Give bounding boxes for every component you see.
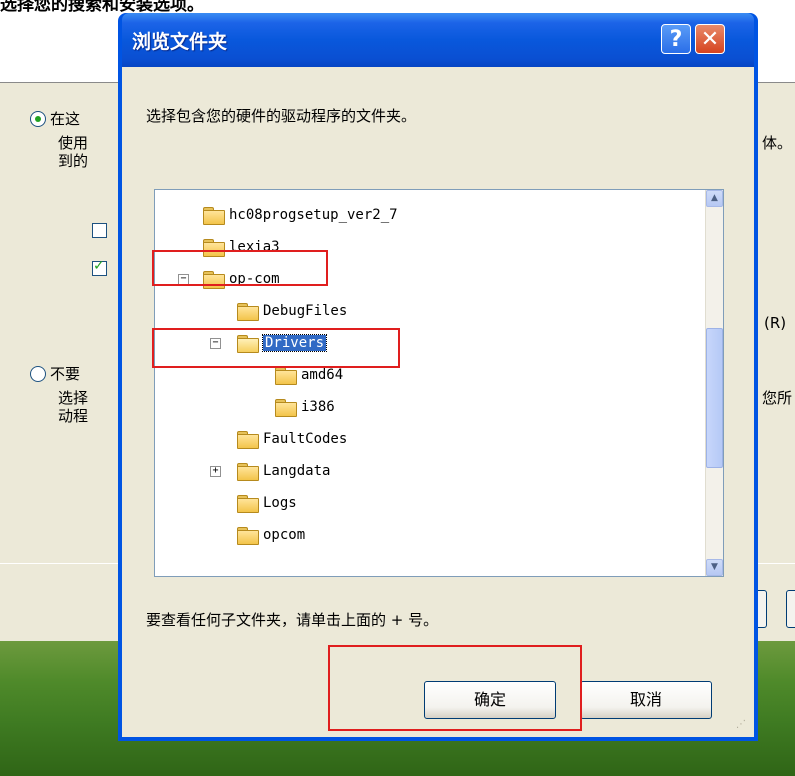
folder-icon (275, 366, 297, 385)
search-radio-label: 在这 (50, 110, 81, 128)
tree-node-label: hc08progsetup_ver2_7 (229, 207, 398, 223)
tree-node[interactable]: Logs (237, 490, 297, 516)
dont-search-label: 不要 (50, 365, 81, 383)
dialog-client-area: 选择包含您的硬件的驱动程序的文件夹。 hc08progsetup_ver2_7 l… (122, 67, 754, 737)
tree-node-label: opcom (263, 527, 306, 543)
resize-grip-icon[interactable]: ⋰ (736, 719, 750, 733)
subfolder-hint: 要查看任何子文件夹，请单击上面的 + 号。 (146, 611, 439, 629)
background-next-button-edge[interactable] (758, 590, 767, 628)
tree-node-label: amd64 (301, 367, 344, 383)
folder-icon (237, 526, 259, 545)
search-desc-line2: 到的 (58, 152, 89, 170)
tree-node-label: Langdata (263, 463, 331, 479)
cancel-button[interactable]: 取消 (580, 681, 712, 719)
tree-node[interactable]: FaultCodes (237, 426, 347, 452)
browse-folder-dialog: 浏览文件夹 ? ✕ 选择包含您的硬件的驱动程序的文件夹。 hc08progset… (118, 13, 758, 741)
annotation-box-ok (328, 645, 582, 731)
tree-node[interactable]: DebugFiles (237, 298, 347, 324)
search-radio[interactable] (30, 111, 46, 127)
annotation-box-drivers (152, 328, 400, 368)
folder-icon (237, 462, 259, 481)
search-desc-right: 体。 (762, 134, 793, 152)
tree-node-label: i386 (301, 399, 335, 415)
tree-node-label: Logs (263, 495, 297, 511)
search-removable-checkbox[interactable] (92, 223, 107, 238)
tree-node[interactable]: hc08progsetup_ver2_7 (203, 202, 398, 228)
tree-node-label: DebugFiles (263, 303, 348, 319)
folder-icon (237, 430, 259, 449)
tree-node[interactable]: i386 (275, 394, 335, 420)
expand-icon[interactable]: + (210, 466, 221, 477)
browse-button-fragment[interactable]: (R) (764, 314, 786, 332)
tree-node-label: FaultCodes (263, 431, 348, 447)
folder-icon (275, 398, 297, 417)
folder-icon (203, 206, 225, 225)
dont-search-radio[interactable] (30, 366, 46, 382)
annotation-box-opcom (152, 250, 328, 286)
dialog-title: 浏览文件夹 (132, 31, 228, 53)
folder-icon (237, 494, 259, 513)
dialog-description: 选择包含您的硬件的驱动程序的文件夹。 (146, 107, 417, 125)
include-location-checkbox[interactable] (92, 258, 107, 276)
dont-desc-line2: 动程 (58, 407, 89, 425)
close-button[interactable]: ✕ (695, 24, 725, 54)
background-cancel-button-edge[interactable] (786, 590, 795, 628)
scroll-thumb[interactable] (706, 328, 723, 468)
scroll-down-arrow-icon[interactable]: ▼ (706, 559, 723, 576)
scroll-up-arrow-icon[interactable]: ▲ (706, 190, 723, 207)
tree-node[interactable]: opcom (237, 522, 305, 548)
help-button[interactable]: ? (661, 24, 691, 54)
folder-tree[interactable]: hc08progsetup_ver2_7 lexia3− op-com DebugFi… (154, 189, 724, 577)
folder-icon (237, 302, 259, 321)
tree-scrollbar[interactable]: ▲ ▼ (705, 190, 723, 576)
dont-desc-right: 您所 (762, 389, 793, 407)
dialog-titlebar[interactable]: 浏览文件夹 ? ✕ (122, 13, 754, 67)
tree-node[interactable]: + Langdata (210, 458, 331, 484)
